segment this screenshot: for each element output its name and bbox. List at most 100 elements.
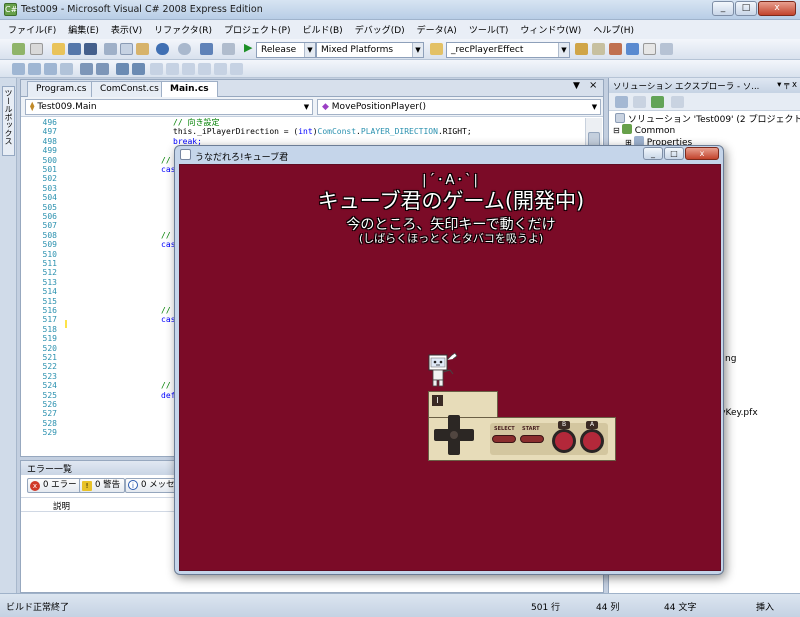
class-combo[interactable]: ⧫ Test009.Main ▼ (25, 99, 313, 115)
navigate-forward-icon[interactable] (222, 43, 235, 55)
window-controls: _ □ x (712, 1, 796, 16)
show-all-files-icon[interactable] (633, 96, 646, 108)
tab-list-dropdown-icon[interactable]: ▼ (573, 81, 580, 91)
warnings-filter-label: 0 警告 (95, 480, 121, 490)
menu-debug[interactable]: デバッグ(D) (349, 20, 411, 36)
open-file-icon[interactable] (52, 43, 65, 55)
parameter-info-icon[interactable] (28, 63, 41, 75)
window-title: Test009 - Microsoft Visual C# 2008 Expre… (21, 4, 263, 15)
view-code-icon[interactable] (671, 96, 684, 108)
collapse-icon[interactable]: ⊟ (613, 126, 620, 135)
menu-window[interactable]: ウィンドウ(W) (514, 20, 587, 36)
tab-main-cs[interactable]: Main.cs (161, 81, 218, 98)
close-button[interactable]: x (758, 1, 796, 16)
add-item-icon[interactable] (30, 43, 43, 55)
start-page-icon[interactable] (643, 43, 656, 55)
tab-program-cs[interactable]: Program.cs (27, 81, 96, 97)
line-number: 513 (42, 277, 57, 287)
status-message: ビルド正常終了 (6, 603, 70, 613)
increase-indent-icon[interactable] (96, 63, 109, 75)
menu-edit[interactable]: 編集(E) (62, 20, 105, 36)
errors-filter-button[interactable]: x0 エラー (27, 478, 82, 493)
uncomment-icon[interactable] (132, 63, 145, 75)
toolbox-icon[interactable] (609, 43, 622, 55)
decrease-indent-icon[interactable] (80, 63, 93, 75)
refresh-icon[interactable] (651, 96, 664, 108)
game-window[interactable]: うなだれろ!キューブ君 _ □ x |´･A･`| キューブ君のゲーム(開発中)… (174, 145, 724, 575)
configuration-combo[interactable]: Release ▼ (256, 42, 316, 58)
cut-icon[interactable] (104, 43, 117, 55)
solution-explorer-icon[interactable] (575, 43, 588, 55)
menu-file[interactable]: ファイル(F) (2, 20, 62, 36)
redo-icon[interactable] (178, 43, 191, 55)
toolbar-options-icon[interactable] (660, 43, 673, 55)
maximize-button[interactable]: □ (735, 1, 757, 16)
menu-view[interactable]: 表示(V) (105, 20, 148, 36)
platform-combo[interactable]: Mixed Platforms ▼ (316, 42, 424, 58)
menu-tools[interactable]: ツール(T) (463, 20, 515, 36)
pin-icon[interactable]: ▾ ╤ x (777, 80, 797, 90)
copy-icon[interactable] (120, 43, 133, 55)
status-line: 501 行 (531, 603, 561, 613)
display-object-members-icon[interactable] (12, 63, 25, 75)
quick-info-icon[interactable] (44, 63, 57, 75)
new-project-icon[interactable] (12, 43, 25, 55)
paste-icon[interactable] (136, 43, 149, 55)
line-number: 525 (42, 390, 57, 400)
object-browser-icon[interactable] (626, 43, 639, 55)
description-column-header[interactable]: 説明 (53, 500, 70, 512)
line-number: 528 (42, 418, 57, 428)
line-number: 509 (42, 240, 57, 250)
navigate-icon[interactable] (200, 43, 213, 55)
game-maximize-button[interactable]: □ (664, 147, 684, 160)
messages-filter-button[interactable]: i0 メッセー (125, 478, 177, 493)
warnings-filter-button[interactable]: ! 0 警告 (79, 478, 126, 493)
chevron-down-icon[interactable]: ▼ (304, 43, 315, 57)
close-tab-icon[interactable]: × (589, 80, 597, 91)
clear-bookmarks-icon[interactable] (230, 63, 243, 75)
member-combo[interactable]: ◆ MovePositionPlayer() ▼ (317, 99, 601, 115)
menu-project[interactable]: プロジェクト(P) (218, 20, 296, 36)
chevron-down-icon[interactable]: ▼ (301, 100, 312, 114)
chevron-down-icon[interactable]: ▼ (589, 100, 600, 114)
famicom-controller: I SELECT START B A (428, 391, 616, 461)
start-debugging-icon[interactable]: ▶ (244, 41, 252, 54)
game-window-titlebar[interactable]: うなだれろ!キューブ君 _ □ x (175, 146, 723, 164)
line-number: 507 (42, 221, 57, 231)
menu-refactor[interactable]: リファクタ(R) (148, 20, 218, 36)
game-minimize-button[interactable]: _ (643, 147, 663, 160)
toolbox-strip: ツールボックス (0, 78, 17, 593)
game-window-icon[interactable] (180, 149, 191, 160)
tab-comconst-cs[interactable]: ComConst.cs (91, 81, 168, 97)
prev-bookmark-icon[interactable] (166, 63, 179, 75)
menu-build[interactable]: ビルド(B) (296, 20, 348, 36)
menu-data[interactable]: データ(A) (411, 20, 463, 36)
next-bookmark-folder-icon[interactable] (214, 63, 227, 75)
prev-bookmark-folder-icon[interactable] (198, 63, 211, 75)
chevron-down-icon[interactable]: ▼ (412, 43, 423, 57)
line-number: 529 (42, 428, 57, 438)
menu-help[interactable]: ヘルプ(H) (587, 20, 640, 36)
line-number-gutter: 496 497 498 499 500 501 502 503 504 505 506 507 508 5… (21, 118, 61, 456)
tree-item-partial[interactable]: ng (725, 354, 736, 364)
chevron-down-icon[interactable]: ▼ (558, 43, 569, 57)
standard-toolbar: ▶ Release ▼ Mixed Platforms ▼ _recPlayer… (0, 39, 800, 60)
comment-out-icon[interactable] (116, 63, 129, 75)
find-combo[interactable]: _recPlayerEffect ▼ (446, 42, 570, 58)
game-canvas[interactable]: |´･A･`| キューブ君のゲーム(開発中) 今のところ、矢印キーで動くだけ (… (179, 164, 721, 571)
properties-window-icon[interactable] (592, 43, 605, 55)
save-all-icon[interactable] (84, 43, 97, 55)
bookmark-icon[interactable] (150, 63, 163, 75)
common-project-node[interactable]: ⊟ Common (613, 124, 675, 136)
complete-word-icon[interactable] (60, 63, 73, 75)
properties-icon[interactable] (615, 96, 628, 108)
minimize-button[interactable]: _ (712, 1, 734, 16)
find-in-files-icon[interactable] (430, 43, 443, 55)
errors-filter-label: 0 エラー (43, 480, 77, 490)
next-bookmark-icon[interactable] (182, 63, 195, 75)
save-icon[interactable] (68, 43, 81, 55)
game-close-button[interactable]: x (685, 147, 719, 160)
toolbox-tab[interactable]: ツールボックス (2, 86, 15, 156)
visual-csharp-app-icon[interactable]: C# (4, 3, 17, 16)
undo-icon[interactable] (156, 43, 169, 55)
